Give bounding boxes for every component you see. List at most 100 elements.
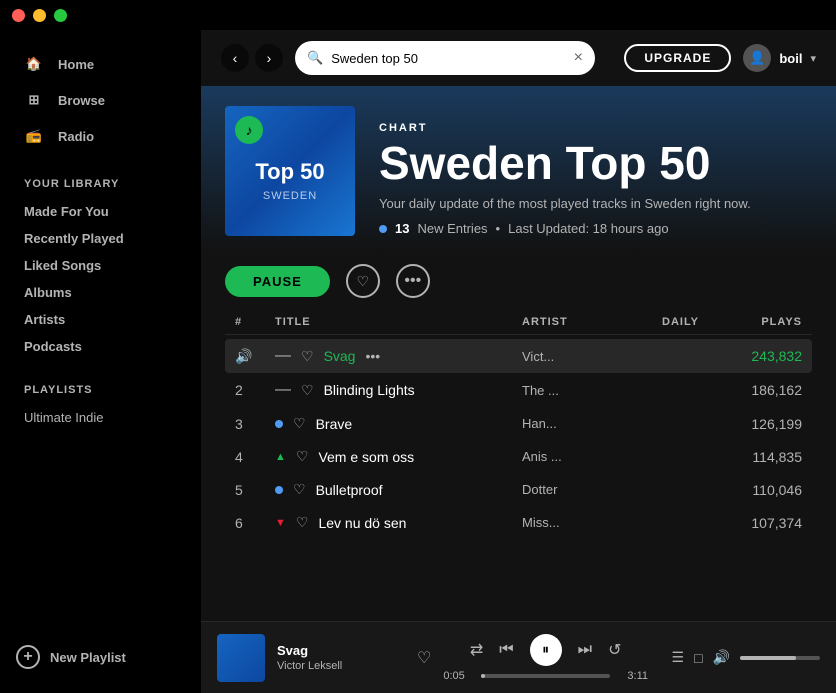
trend-playing: — (275, 347, 291, 365)
sidebar-item-ultimate-indie[interactable]: Ultimate Indie (0, 404, 201, 431)
track-row[interactable]: 3 ♡ Brave Han... 126,199 (225, 407, 812, 440)
progress-bar-container[interactable]: 0:05 3:11 (443, 670, 648, 682)
new-playlist-label: New Playlist (50, 650, 126, 665)
queue-button[interactable]: ☰ (672, 649, 685, 666)
track-row[interactable]: 6 ▼ ♡ Lev nu dö sen Miss... 107,374 (225, 506, 812, 539)
track-number: 2 (235, 382, 243, 398)
nowplaying-heart-button[interactable]: ♡ (417, 648, 431, 668)
more-options-button[interactable]: ••• (396, 264, 430, 298)
sidebar-item-recently-played[interactable]: Recently Played (12, 225, 189, 252)
track-heart-button[interactable]: ♡ (301, 382, 314, 399)
repeat-button[interactable]: ↺ (608, 640, 621, 660)
track-row[interactable]: 🔊 — ♡ Svag ••• Vict... 243,832 (225, 339, 812, 373)
cover-subtitle: SWEDEN (263, 190, 317, 202)
track-row[interactable]: 2 — ♡ Blinding Lights The ... 186,162 (225, 373, 812, 407)
new-entries-label: New Entries (417, 221, 487, 236)
spotify-logo-icon: ♪ (235, 116, 263, 144)
radio-icon: 📻 (24, 126, 44, 146)
devices-button[interactable]: □ (694, 650, 702, 666)
trend-none: — (275, 381, 291, 399)
track-list: # TITLE ARTIST DAILY PLAYS 🔊 — ♡ Svag ••… (201, 310, 836, 621)
nowplaying-bar: Svag Victor Leksell ♡ ⇄ ⏮ ⏸ ⏭ ↺ 0:05 3: (201, 621, 836, 693)
trending-down-icon: ▼ (275, 517, 286, 529)
nowplaying-info: Svag Victor Leksell (277, 643, 397, 672)
track-plays: 126,199 (722, 416, 802, 432)
nowplaying-title: Svag (277, 643, 397, 658)
track-plays: 243,832 (722, 348, 802, 364)
track-number: 5 (235, 482, 243, 498)
track-title: Brave (316, 416, 353, 432)
track-row[interactable]: 5 ♡ Bulletproof Dotter 110,046 (225, 473, 812, 506)
sidebar-item-albums[interactable]: Albums (12, 279, 189, 306)
track-row[interactable]: 4 ▲ ♡ Vem e som oss Anis ... 114,835 (225, 440, 812, 473)
track-heart-button[interactable]: ♡ (296, 448, 309, 465)
topbar: ‹ › 🔍 × UPGRADE 👤 boil ▾ (201, 30, 836, 86)
close-dot[interactable] (12, 9, 25, 22)
upgrade-button[interactable]: UPGRADE (624, 44, 731, 72)
volume-icon[interactable]: 🔊 (713, 649, 730, 666)
back-button[interactable]: ‹ (221, 44, 249, 72)
sidebar-item-podcasts[interactable]: Podcasts (12, 333, 189, 360)
previous-button[interactable]: ⏮ (499, 641, 513, 659)
track-more-button[interactable]: ••• (365, 348, 380, 364)
track-plays: 107,374 (722, 515, 802, 531)
col-title: TITLE (275, 316, 522, 328)
track-title: Lev nu dö sen (318, 515, 406, 531)
track-artist: Anis ... (522, 449, 662, 464)
pause-button[interactable]: PAUSE (225, 266, 330, 297)
forward-button[interactable]: › (255, 44, 283, 72)
browse-icon: ⊞ (24, 90, 44, 110)
track-heart-button[interactable]: ♡ (301, 348, 314, 365)
track-heart-button[interactable]: ♡ (293, 481, 306, 498)
maximize-dot[interactable] (54, 9, 67, 22)
track-plays: 110,046 (722, 482, 802, 498)
shuffle-button[interactable]: ⇄ (470, 640, 483, 660)
track-artist: The ... (522, 383, 662, 398)
new-entries-row: 13 New Entries • Last Updated: 18 hours … (379, 221, 812, 236)
sidebar: 🏠 Home ⊞ Browse 📻 Radio YOUR LIBRARY Mad… (0, 30, 201, 693)
track-plays: 186,162 (722, 382, 802, 398)
track-heart-button[interactable]: ♡ (296, 514, 309, 531)
sidebar-item-label: Home (58, 57, 94, 72)
track-number: 3 (235, 416, 243, 432)
titlebar (0, 0, 836, 30)
user-avatar-icon: 👤 (743, 44, 771, 72)
plus-circle-icon: + (16, 645, 40, 669)
col-plays: PLAYS (722, 316, 802, 328)
progress-bar-bg[interactable] (481, 674, 610, 678)
col-artist: ARTIST (522, 316, 662, 328)
minimize-dot[interactable] (33, 9, 46, 22)
sidebar-item-artists[interactable]: Artists (12, 306, 189, 333)
separator: • (496, 221, 501, 236)
search-input[interactable] (331, 51, 565, 66)
sidebar-item-radio[interactable]: 📻 Radio (12, 118, 189, 154)
sidebar-item-made-for-you[interactable]: Made For You (12, 198, 189, 225)
cover-title: Top 50 (255, 160, 324, 184)
chart-label: CHART (379, 122, 812, 134)
heart-button[interactable]: ♡ (346, 264, 380, 298)
track-title: Vem e som oss (318, 449, 414, 465)
nowplaying-controls: ⇄ ⏮ ⏸ ⏭ ↺ 0:05 3:11 (443, 634, 648, 682)
current-time: 0:05 (443, 670, 473, 682)
search-clear-icon[interactable]: × (574, 49, 583, 67)
sidebar-item-home[interactable]: 🏠 Home (12, 46, 189, 82)
playlist-title: Sweden Top 50 (379, 140, 812, 186)
new-playlist-button[interactable]: + New Playlist (0, 637, 201, 677)
progress-bar-fill (481, 674, 485, 678)
trending-up-icon: ▲ (275, 451, 286, 463)
home-icon: 🏠 (24, 54, 44, 74)
sidebar-item-browse[interactable]: ⊞ Browse (12, 82, 189, 118)
volume-bar[interactable] (740, 656, 820, 660)
col-daily: DAILY (662, 316, 722, 328)
cover-art: ♪ Top 50 SWEDEN (225, 106, 355, 236)
new-track-indicator (275, 486, 283, 494)
sidebar-item-label: Browse (58, 93, 105, 108)
track-heart-button[interactable]: ♡ (293, 415, 306, 432)
main-content: ‹ › 🔍 × UPGRADE 👤 boil ▾ ♪ Top 50 (201, 30, 836, 693)
next-button[interactable]: ⏭ (578, 641, 592, 659)
now-playing-icon: 🔊 (235, 348, 252, 365)
track-artist: Vict... (522, 349, 662, 364)
sidebar-item-liked-songs[interactable]: Liked Songs (12, 252, 189, 279)
user-area[interactable]: 👤 boil ▾ (743, 44, 816, 72)
play-pause-button[interactable]: ⏸ (530, 634, 562, 666)
